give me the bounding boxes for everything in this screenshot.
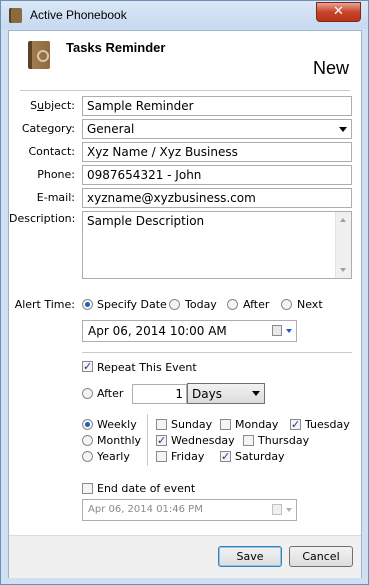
- alert-after-radio[interactable]: [227, 299, 238, 310]
- alert-option-label: After: [243, 298, 270, 311]
- chevron-down-icon[interactable]: [252, 391, 260, 396]
- dialog-title: Tasks Reminder: [66, 40, 166, 55]
- close-button[interactable]: ✕: [316, 2, 361, 22]
- alert-option-label: Specify Date: [97, 298, 167, 311]
- email-label: E-mail:: [36, 191, 75, 204]
- app-icon: [9, 8, 22, 23]
- repeat-unit-select[interactable]: Days: [187, 383, 265, 404]
- title-bar: Active Phonebook ✕: [1, 1, 368, 29]
- repeat-after-radio[interactable]: [82, 388, 93, 399]
- repeat-unit-value: Days: [192, 387, 222, 401]
- category-label: Category:: [21, 122, 75, 135]
- day-tuesday-checkbox[interactable]: ✓: [290, 419, 301, 430]
- repeat-event-label: Repeat This Event: [97, 361, 197, 374]
- day-friday-checkbox[interactable]: [156, 451, 167, 462]
- end-date-checkbox[interactable]: [82, 483, 93, 494]
- day-label: Friday: [171, 450, 205, 463]
- email-input[interactable]: xyzname@xyzbusiness.com: [82, 188, 352, 208]
- chevron-down-icon[interactable]: [286, 508, 292, 512]
- divider: [20, 90, 350, 91]
- alert-option-label: Today: [185, 298, 217, 311]
- description-textarea[interactable]: Sample Description: [82, 211, 352, 279]
- chevron-down-icon[interactable]: [339, 127, 347, 132]
- day-label: Saturday: [235, 450, 285, 463]
- calendar-icon[interactable]: [272, 504, 282, 515]
- scroll-up-icon[interactable]: [340, 218, 346, 222]
- subject-input[interactable]: Sample Reminder: [82, 96, 352, 116]
- repeat-after-label: After: [97, 387, 124, 400]
- frequency-label: Weekly: [97, 418, 137, 431]
- day-label: Tuesday: [305, 418, 350, 431]
- phone-input[interactable]: 0987654321 - John: [82, 165, 352, 185]
- day-thursday-checkbox[interactable]: [243, 435, 254, 446]
- day-sunday-checkbox[interactable]: [156, 419, 167, 430]
- alert-today-radio[interactable]: [169, 299, 180, 310]
- day-label: Sunday: [171, 418, 213, 431]
- frequency-weekly-radio[interactable]: [82, 419, 93, 430]
- frequency-label: Yearly: [97, 450, 130, 463]
- scroll-down-icon[interactable]: [340, 268, 346, 272]
- end-datetime-value: Apr 06, 2014 01:46 PM: [88, 504, 203, 515]
- alert-option-label: Next: [297, 298, 323, 311]
- button-bar: Save Cancel: [9, 535, 361, 578]
- category-select[interactable]: General: [82, 119, 352, 139]
- address-book-icon: [28, 41, 50, 69]
- divider: [82, 352, 352, 353]
- description-text: Sample Description: [87, 214, 205, 228]
- contact-input[interactable]: Xyz Name / Xyz Business: [82, 142, 352, 162]
- save-button[interactable]: Save: [218, 546, 282, 567]
- repeat-after-input[interactable]: 1: [132, 384, 187, 404]
- frequency-monthly-radio[interactable]: [82, 435, 93, 446]
- day-monday-checkbox[interactable]: [220, 419, 231, 430]
- description-scrollbar[interactable]: [335, 212, 351, 278]
- window-title: Active Phonebook: [30, 8, 127, 22]
- subject-label: Subject:: [30, 99, 75, 112]
- dialog-body: Tasks Reminder New Subject: Sample Remin…: [8, 30, 362, 578]
- frequency-label: Monthly: [97, 434, 142, 447]
- accelerator-key: u: [37, 99, 45, 112]
- day-label: Wednesday: [171, 434, 235, 447]
- phone-label: Phone:: [37, 168, 75, 181]
- calendar-icon[interactable]: [272, 325, 282, 336]
- window: Active Phonebook ✕ Tasks Reminder New Su…: [0, 0, 369, 585]
- alert-datetime-picker[interactable]: Apr 06, 2014 10:00 AM: [82, 320, 297, 342]
- end-datetime-picker[interactable]: Apr 06, 2014 01:46 PM: [82, 499, 297, 521]
- contact-label: Contact:: [28, 145, 75, 158]
- chevron-down-icon[interactable]: [286, 329, 292, 333]
- divider: [147, 414, 148, 466]
- category-value: General: [87, 122, 135, 136]
- day-label: Monday: [235, 418, 279, 431]
- frequency-yearly-radio[interactable]: [82, 451, 93, 462]
- dialog-mode: New: [312, 58, 349, 78]
- alert-next-radio[interactable]: [281, 299, 292, 310]
- day-label: Thursday: [258, 434, 310, 447]
- alert-time-label: Alert Time:: [14, 298, 75, 311]
- end-date-label: End date of event: [97, 482, 196, 495]
- description-label: Description:: [9, 212, 76, 225]
- day-wednesday-checkbox[interactable]: ✓: [156, 435, 167, 446]
- alert-specify-date-radio[interactable]: [82, 299, 93, 310]
- day-saturday-checkbox[interactable]: ✓: [220, 451, 231, 462]
- repeat-event-checkbox[interactable]: ✓: [82, 361, 93, 372]
- alert-datetime-value: Apr 06, 2014 10:00 AM: [88, 324, 227, 338]
- cancel-button[interactable]: Cancel: [289, 546, 353, 567]
